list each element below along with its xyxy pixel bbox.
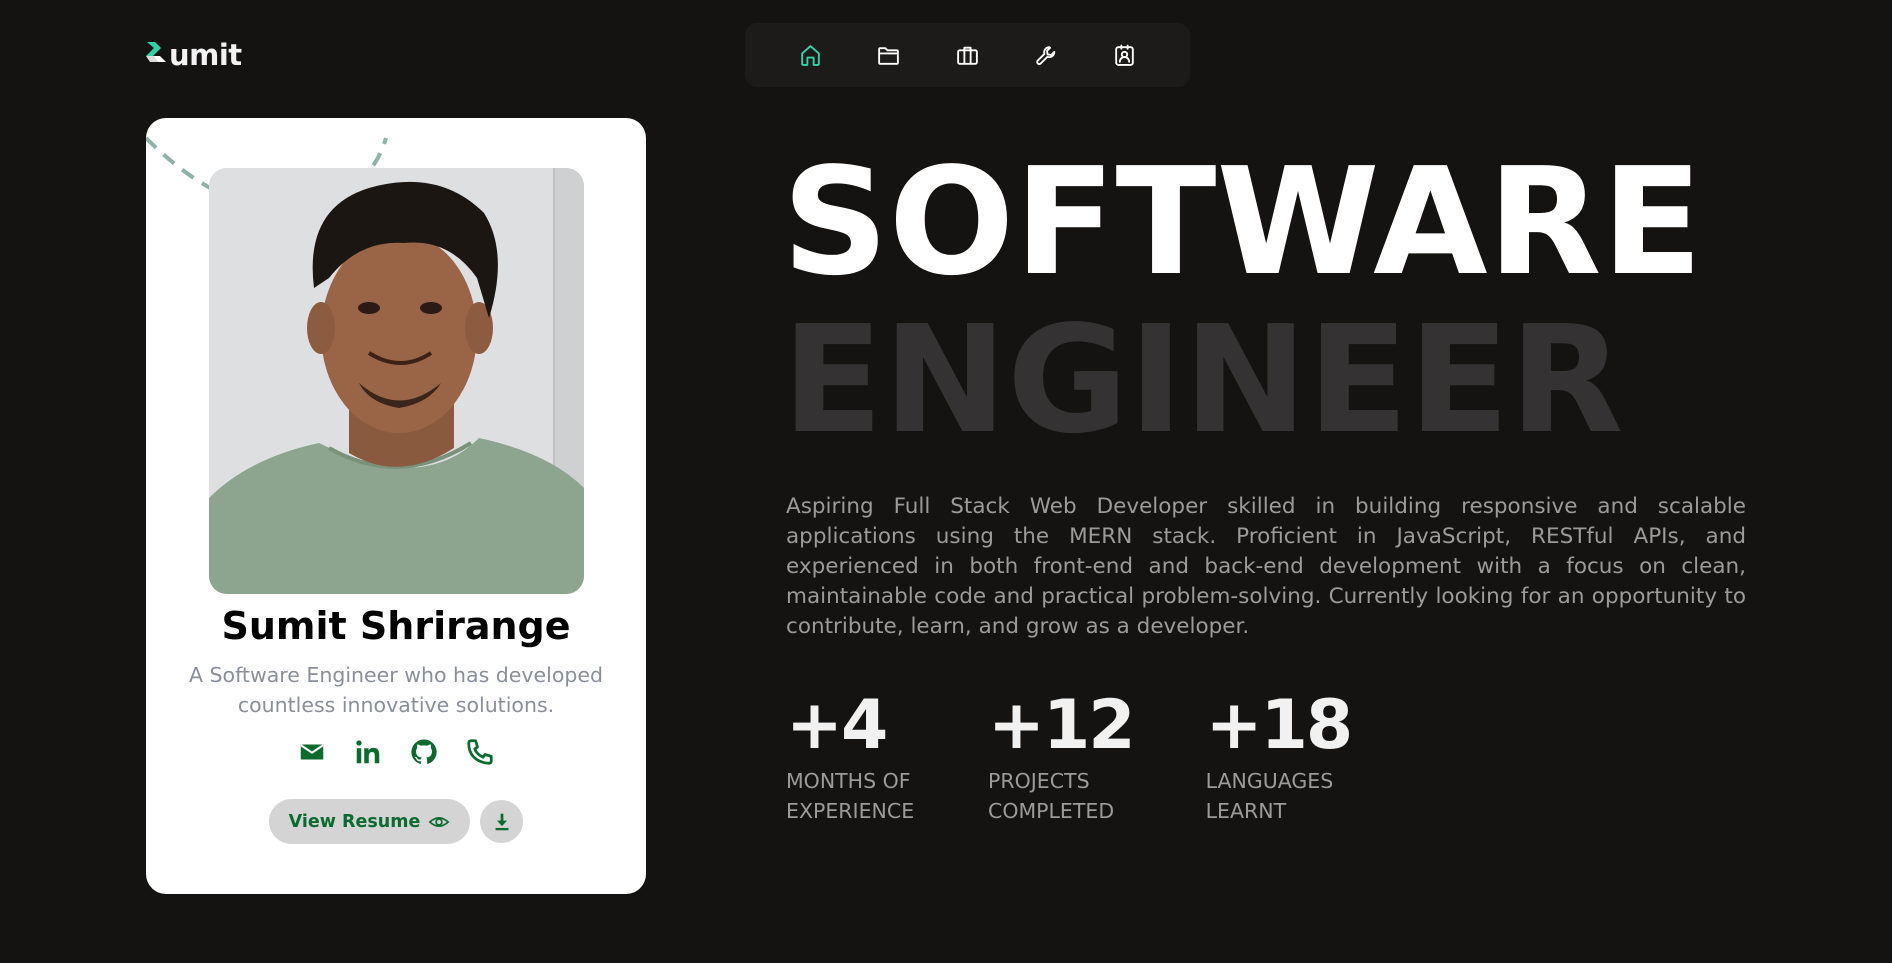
social-links xyxy=(146,735,646,769)
stat-item: +12 PROJECTS COMPLETED xyxy=(988,686,1136,826)
home-icon xyxy=(801,44,820,66)
briefcase-icon xyxy=(957,46,978,65)
github-icon xyxy=(411,739,437,764)
stat-item: +18 LANGUAGES LEARNT xyxy=(1205,686,1354,826)
nav-experience[interactable] xyxy=(947,35,987,75)
stat-value: +4 xyxy=(786,686,888,765)
email-icon xyxy=(300,744,324,760)
wrench-icon xyxy=(1035,45,1055,65)
view-resume-label: View Resume xyxy=(288,811,421,832)
hero-title-line2: ENGINEER xyxy=(782,294,1624,466)
eye-icon xyxy=(428,816,450,827)
stat-label: MONTHS OF EXPERIENCE xyxy=(786,769,915,823)
profile-tagline: A Software Engineer who has developed co… xyxy=(188,663,604,717)
stat-label: LANGUAGES LEARNT xyxy=(1205,769,1334,823)
resume-actions: View Resume xyxy=(146,799,646,844)
nav-contact[interactable] xyxy=(1105,35,1145,75)
download-icon xyxy=(495,813,509,830)
logo-text: umit xyxy=(169,38,242,72)
chevron-s-logo-icon xyxy=(145,38,169,72)
stats-row: +4 MONTHS OF EXPERIENCE +12 PROJECTS COM… xyxy=(786,686,1354,826)
nav-projects[interactable] xyxy=(869,35,909,75)
nav-skills[interactable] xyxy=(1026,35,1066,75)
nav-home[interactable] xyxy=(790,35,830,75)
phone-icon xyxy=(467,739,493,765)
linkedin-link[interactable] xyxy=(351,735,385,769)
contact-badge-icon xyxy=(1115,44,1134,66)
stat-value: +12 xyxy=(988,686,1136,765)
site-logo[interactable]: umit xyxy=(145,38,242,72)
folder-icon xyxy=(878,46,900,65)
profile-name: Sumit Shrirange xyxy=(221,604,571,648)
top-nav xyxy=(745,23,1190,87)
phone-link[interactable] xyxy=(463,735,497,769)
hero-title-line1: SOFTWARE xyxy=(782,136,1703,308)
hero-description: Aspiring Full Stack Web Developer skille… xyxy=(786,494,1746,639)
email-link[interactable] xyxy=(295,735,329,769)
portfolio-page: umit Sumit Shrirange A Software Engineer… xyxy=(0,0,1892,963)
profile-photo xyxy=(209,168,584,594)
stat-label: PROJECTS COMPLETED xyxy=(988,769,1115,823)
stat-item: +4 MONTHS OF EXPERIENCE xyxy=(786,688,916,826)
linkedin-icon xyxy=(356,740,380,764)
view-resume-button[interactable]: View Resume xyxy=(268,799,471,844)
github-link[interactable] xyxy=(407,735,441,769)
stat-value: +18 xyxy=(1205,686,1354,765)
profile-card: Sumit Shrirange A Software Engineer who … xyxy=(146,118,646,894)
download-resume-button[interactable] xyxy=(480,800,524,843)
